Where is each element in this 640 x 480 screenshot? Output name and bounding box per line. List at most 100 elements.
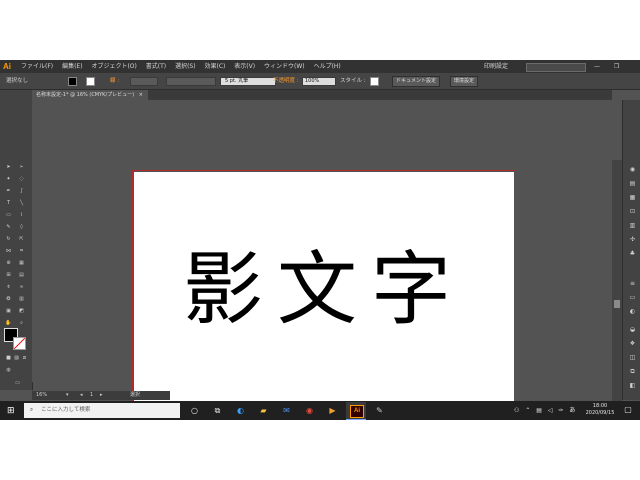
width-tool-icon[interactable]: ⋈ [5,248,12,254]
screen-mode-icon[interactable]: ▭ [14,380,21,386]
color-mode-icon[interactable]: ■ [5,355,12,361]
menu-window[interactable]: ウィンドウ(W) [264,63,305,70]
scale-tool-icon[interactable]: ⇱ [18,236,25,242]
people-icon[interactable]: ⚇ [514,407,519,414]
mail-icon[interactable]: ✉ [280,404,293,417]
gradient-mode-icon[interactable]: ▨ [13,355,20,361]
menu-edit[interactable]: 編集(E) [62,63,82,70]
column-graph-tool-icon[interactable]: ▥ [18,296,25,302]
cortana-icon[interactable]: ○ [188,404,201,417]
next-artboard-icon[interactable]: ▸ [100,391,103,400]
media-player-icon[interactable]: ▶ [326,404,339,417]
line-tool-icon[interactable]: ╲ [18,200,25,206]
menu-select[interactable]: 選択(S) [175,63,196,70]
pathfinder-panel-icon[interactable]: ◧ [628,382,637,389]
swatches-panel-icon[interactable]: ▥ [628,222,637,229]
selection-tool-icon[interactable]: ➤ [5,164,12,170]
paintbrush-tool-icon[interactable]: ⌇ [18,212,25,218]
rectangle-tool-icon[interactable]: ▭ [5,212,12,218]
taskbar-clock[interactable]: 18:00 2020/09/15 [582,403,618,418]
color-panel-icon[interactable]: ◒ [628,326,637,333]
menu-object[interactable]: オブジェクト(O) [91,63,136,70]
artboard-tool-icon[interactable]: ▣ [5,308,12,314]
artwork-text[interactable]: 影文字 [134,240,514,340]
chevron-up-icon[interactable]: ⌃ [525,407,530,414]
transparency-panel-icon[interactable]: ◐ [628,308,637,315]
opacity-field[interactable]: 100% [302,77,336,86]
hand-tool-icon[interactable]: ✋ [5,320,12,326]
type-tool-icon[interactable]: T [5,200,12,206]
perspective-grid-tool-icon[interactable]: ▦ [18,260,25,266]
symbol-sprayer-tool-icon[interactable]: ❂ [5,296,12,302]
free-transform-tool-icon[interactable]: ⌗ [18,248,25,254]
volume-icon[interactable]: ◁ [548,407,553,414]
prev-artboard-icon[interactable]: ◂ [80,391,83,400]
zoom-level[interactable]: 16% [36,391,47,400]
menu-help[interactable]: ヘルプ(H) [314,63,341,70]
menu-type[interactable]: 書式(T) [146,63,166,70]
brush-definition[interactable]: 5 pt. 丸筆 [220,77,276,86]
close-tab-icon[interactable]: × [139,92,143,98]
pen-workspace-icon[interactable]: ✑ [558,407,563,414]
opacity-label[interactable]: 不透明度 : [273,73,299,89]
paint-app-icon[interactable]: ✎ [373,404,386,417]
rotate-tool-icon[interactable]: ↻ [5,236,12,242]
stroke-color-swatch[interactable] [13,337,26,350]
stroke-panel-icon[interactable]: ≡ [628,280,637,287]
lasso-tool-icon[interactable]: ◌ [18,176,25,182]
draw-mode-icon[interactable]: ◍ [5,367,12,373]
appearance-panel-icon[interactable]: ◉ [628,166,637,173]
chevron-down-icon[interactable]: ▾ [66,391,69,400]
shaper-tool-icon[interactable]: ✎ [5,224,12,230]
eyedropper-tool-icon[interactable]: ⌽ [5,284,12,290]
gradient-tool-icon[interactable]: ▤ [18,272,25,278]
artboard-number[interactable]: 1 [90,391,93,400]
vertical-scrollbar[interactable] [612,160,622,420]
shape-builder-tool-icon[interactable]: ⊕ [5,260,12,266]
vertical-scroll-thumb[interactable] [614,300,620,308]
stroke-label[interactable]: 線 : [110,73,119,89]
taskbar-search-box[interactable]: ⌕ ここに入力して検索 [24,403,180,418]
status-mode[interactable]: 選択 [130,391,140,400]
zoom-tool-icon[interactable]: ⌕ [18,320,25,326]
windows-start-icon[interactable]: ⊞ [7,406,17,416]
menu-file[interactable]: ファイル(F) [21,63,53,70]
color-guide-icon[interactable]: ❖ [628,340,637,347]
direct-selection-tool-icon[interactable]: ➢ [18,164,25,170]
libraries-panel-icon[interactable]: ⊡ [628,208,637,215]
task-view-icon[interactable]: ⧉ [211,404,224,417]
magic-wand-tool-icon[interactable]: ✦ [5,176,12,182]
chrome-icon[interactable]: ◉ [303,404,316,417]
properties-panel-icon[interactable]: ▤ [628,180,637,187]
none-mode-icon[interactable]: ⧄ [21,355,28,361]
eraser-tool-icon[interactable]: ◊ [18,224,25,230]
artboards-panel-icon[interactable]: ◫ [628,354,637,361]
menu-view[interactable]: 表示(V) [234,63,255,70]
pen-tool-icon[interactable]: ✒ [5,188,12,194]
brushes-panel-icon[interactable]: ✣ [628,236,637,243]
edge-browser-icon[interactable]: ◐ [234,404,247,417]
curvature-tool-icon[interactable]: ∫ [18,188,25,194]
ime-indicator[interactable]: あ [569,407,575,414]
preferences-button[interactable]: 環境設定 [450,76,479,87]
symbols-panel-icon[interactable]: ♣ [628,250,637,257]
network-icon[interactable]: ▤ [536,407,542,414]
graphic-style-swatch[interactable] [370,77,379,86]
gradient-panel-icon[interactable]: ▭ [628,294,637,301]
layers-panel-icon[interactable]: ▦ [628,194,637,201]
stroke-swatch[interactable] [86,77,95,86]
notification-icon[interactable]: ▢ [622,404,634,416]
artboard[interactable]: 影文字 [132,170,516,420]
stock-search-input[interactable] [526,63,586,72]
fill-swatch[interactable] [68,77,77,86]
file-explorer-icon[interactable]: ▰ [257,404,270,417]
illustrator-taskbar-button[interactable]: Ai [346,402,366,420]
blend-tool-icon[interactable]: ∞ [18,284,25,290]
document-setup-button[interactable]: ドキュメント設定 [392,76,441,87]
mesh-tool-icon[interactable]: ⊞ [5,272,12,278]
align-panel-icon[interactable]: ⧉ [628,368,637,375]
menu-effect[interactable]: 効果(C) [205,63,226,70]
variable-width-profile[interactable] [166,77,216,86]
stroke-weight-field[interactable] [130,77,158,86]
slice-tool-icon[interactable]: ◩ [18,308,25,314]
